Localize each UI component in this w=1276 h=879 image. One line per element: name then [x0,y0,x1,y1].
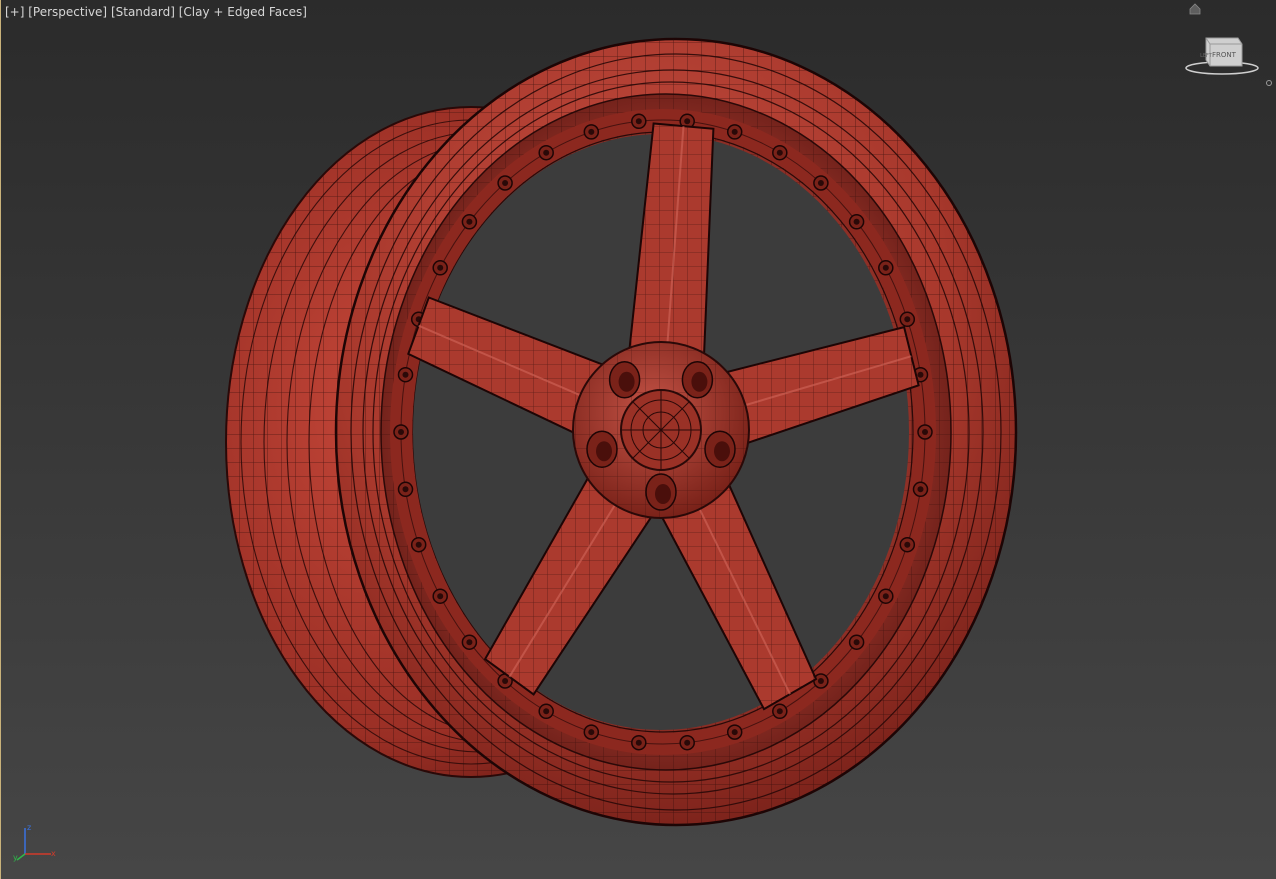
rim-bolt-center [684,739,691,746]
lug-hole-inner [714,441,730,462]
viewport-menu-plus[interactable]: [+] [5,5,24,19]
rim-bolt-center [635,118,642,125]
home-icon[interactable] [1188,2,1202,16]
rim-bolt-center [904,541,911,548]
rim-bolt-center [853,639,860,646]
rim-bolt-center [502,678,509,684]
rim-bolt-center [466,639,473,646]
viewport-point-of-view-menu[interactable]: [Perspective] [28,5,107,19]
rim-bolt-center [415,541,422,548]
rim-bolt-center [543,149,550,156]
rim-bolt-center [904,316,911,323]
wheel-rim-model[interactable] [1,0,1276,879]
lug-hole-inner [691,371,708,392]
rim-bolt-center [776,149,783,156]
rim-bolt-center [853,218,860,225]
rim-bolt-center [917,371,924,378]
rim-bolt-center [817,180,824,186]
rim-bolt-center [466,218,473,225]
rim-bolt-center [437,264,444,271]
viewcube-left-face[interactable]: LEFT [1200,53,1213,59]
axis-tripod-icon: z x y [13,823,56,862]
viewcube-icon[interactable]: FRONT LEFT [1184,30,1262,78]
rim-bolt-center [817,678,824,684]
rim-bolt-center [917,486,924,493]
lug-hole-inner [655,484,671,504]
rim-bolt-center [402,486,409,493]
axis-x-label: x [51,849,56,858]
rim-bolt-center [398,429,404,435]
rim-bolt-center [402,371,409,378]
viewcube-menu-icon[interactable] [1264,78,1274,88]
rim-bolt-center [437,593,444,600]
rim-bolt-center [588,128,595,135]
viewport-display-mode-menu[interactable]: [Clay + Edged Faces] [179,5,307,19]
viewport-shading-preset-menu[interactable]: [Standard] [111,5,175,19]
rim-bolt-center [588,729,595,736]
rim-bolt-center [776,708,783,715]
rim-bolt-center [543,708,550,715]
rim-bolt-center [635,739,642,746]
rim-bolt-center [684,118,691,125]
viewport-perspective[interactable]: [+] [Perspective] [Standard] [Clay + Edg… [0,0,1276,879]
rim-bolt-center [731,729,738,736]
axis-z-label: z [27,823,31,832]
rim-bolt-center [882,264,889,271]
viewcube-front-face[interactable]: FRONT [1212,51,1237,59]
rim-bolt-center [502,180,509,186]
axis-y-label: y [13,853,18,862]
rim-bolt-center [922,429,928,435]
rim-bolt-center [731,128,738,135]
lug-hole-inner [596,441,612,462]
viewport-label: [+] [Perspective] [Standard] [Clay + Edg… [5,4,307,20]
rim-bolt-center [882,593,889,600]
lug-hole-inner [618,371,635,392]
